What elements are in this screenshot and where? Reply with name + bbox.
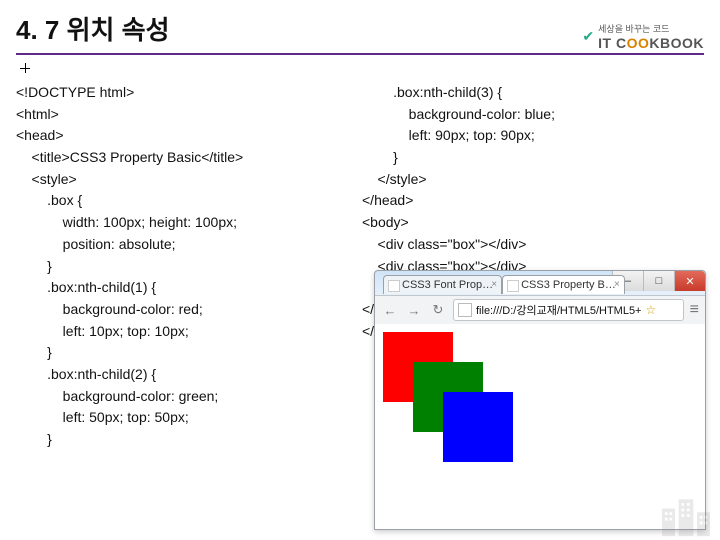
building-watermark-icon: [658, 492, 714, 538]
address-bar[interactable]: file:///D:/강의교재/HTML5/HTML5+ ☆: [453, 299, 684, 321]
tab-label: CSS3 Font Prop…: [402, 279, 493, 291]
blue-box: [443, 392, 513, 462]
tab-close-icon[interactable]: ×: [614, 279, 620, 290]
window-close-button[interactable]: ✕: [674, 271, 705, 291]
bookmark-star-icon[interactable]: ☆: [645, 303, 656, 317]
logo-subtitle: 세상을 바꾸는 코드: [598, 22, 704, 35]
forward-button[interactable]: →: [405, 301, 423, 319]
menu-button[interactable]: ≡: [690, 301, 699, 319]
window-maximize-button[interactable]: □: [643, 271, 674, 291]
browser-window: – □ ✕ CSS3 Font Prop… × CSS3 Property B……: [374, 270, 706, 530]
browser-tab-active[interactable]: CSS3 Property B… ×: [502, 275, 625, 294]
tab-label: CSS3 Property B…: [521, 279, 616, 291]
code-column-left: <!DOCTYPE html> <html> <head> <title>CSS…: [16, 82, 346, 451]
check-icon: ✔: [582, 28, 594, 45]
tab-close-icon[interactable]: ×: [491, 279, 497, 290]
header-divider: [16, 53, 704, 55]
file-icon: [458, 303, 472, 317]
favicon-icon: [388, 280, 400, 292]
logo-main: IT COOKBOOK: [598, 35, 704, 51]
crosshair-icon: [20, 63, 30, 73]
back-button[interactable]: ←: [381, 301, 399, 319]
browser-tab-inactive[interactable]: CSS3 Font Prop… ×: [383, 275, 502, 294]
page-title: 4. 7 위치 속성: [16, 10, 170, 47]
browser-viewport: [375, 324, 705, 529]
reload-button[interactable]: ↻: [429, 301, 447, 319]
brand-logo: ✔ 세상을 바꾸는 코드 IT COOKBOOK: [582, 22, 704, 51]
favicon-icon: [507, 280, 519, 292]
window-controls: – □ ✕: [612, 271, 705, 291]
browser-toolbar: ← → ↻ file:///D:/강의교재/HTML5/HTML5+ ☆ ≡: [375, 295, 705, 325]
address-text: file:///D:/강의교재/HTML5/HTML5+: [476, 302, 641, 318]
